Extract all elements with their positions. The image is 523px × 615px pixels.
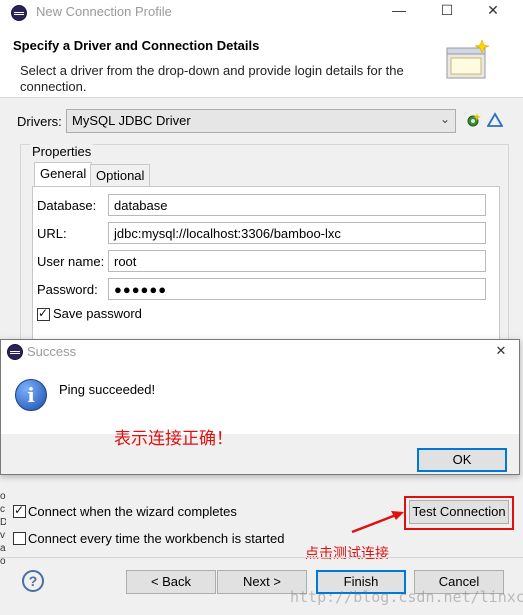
dialog-close-icon[interactable]: ✕ [491, 343, 511, 359]
minimize-icon[interactable]: — [386, 2, 412, 22]
connect-every-time-label: Connect every time the workbench is star… [28, 531, 285, 546]
dialog-body: i Ping succeeded! [1, 364, 519, 434]
back-button[interactable]: < Back [126, 570, 216, 594]
maximize-icon[interactable]: ☐ [434, 2, 460, 22]
dialog-title: Success [27, 344, 77, 359]
tab-optional[interactable]: Optional [90, 164, 151, 186]
connect-on-finish-checkbox[interactable] [13, 503, 26, 518]
url-label: URL: [37, 226, 67, 241]
annotation-arrow-icon [351, 511, 404, 534]
url-field[interactable]: jdbc:mysql://localhost:3306/bamboo-lxc [108, 222, 486, 244]
ok-button[interactable]: OK [417, 448, 507, 472]
new-driver-icon[interactable] [465, 112, 481, 128]
page-description: Select a driver from the drop-down and p… [20, 63, 404, 94]
save-password-label: Save password [53, 306, 142, 321]
edit-driver-icon[interactable] [487, 112, 503, 128]
chevron-down-icon: ⌄ [439, 112, 450, 126]
fragment-text: D [0, 517, 6, 528]
help-icon[interactable]: ? [22, 570, 44, 592]
drivers-selected-value: MySQL JDBC Driver [72, 113, 191, 128]
username-field[interactable]: root [108, 250, 486, 272]
fragment-text: o [0, 491, 6, 502]
connect-every-time-checkbox[interactable] [13, 532, 26, 545]
username-label: User name: [37, 254, 105, 269]
info-icon: i [15, 379, 47, 411]
drivers-label: Drivers: [17, 114, 62, 129]
dialog-title-bar: Success ✕ [1, 340, 519, 364]
annotation-correct: 表示连接正确！ [114, 429, 233, 448]
watermark: http://blog.csdn.net/linxc008 [290, 588, 523, 606]
connect-on-finish-label: Connect when the wizard completes [28, 504, 237, 519]
fragment-text: c [0, 504, 5, 515]
eclipse-icon [7, 344, 23, 360]
drivers-dropdown[interactable]: MySQL JDBC Driver ⌄ [66, 109, 456, 133]
eclipse-icon [11, 5, 27, 21]
password-label: Password: [37, 282, 98, 297]
database-field[interactable]: database [108, 194, 486, 216]
test-connection-button[interactable]: Test Connection [409, 500, 509, 524]
background-window-fragment: o c D v a o [0, 490, 6, 600]
fragment-text: a [0, 543, 6, 554]
footer-separator [0, 557, 523, 558]
password-field[interactable]: ●●●●●● [108, 278, 486, 300]
tab-general[interactable]: General [34, 162, 93, 186]
annotation-click-test: 点击测试连接 [305, 545, 389, 561]
database-label: Database: [37, 198, 97, 213]
main-window: New Connection Profile — ☐ ✕ Specify a D… [0, 0, 523, 615]
fragment-text: v [0, 530, 5, 541]
page-title: Specify a Driver and Connection Details [13, 38, 260, 53]
dialog-message: Ping succeeded! [59, 382, 156, 397]
title-bar: New Connection Profile — ☐ ✕ [0, 0, 523, 26]
window-title: New Connection Profile [36, 4, 172, 19]
success-dialog: Success ✕ i Ping succeeded! 表示连接正确！ OK [0, 339, 520, 475]
close-icon[interactable]: ✕ [480, 2, 506, 22]
wizard-banner-icon [446, 39, 490, 79]
properties-label: Properties [30, 144, 94, 159]
save-password-checkbox[interactable] [37, 306, 50, 321]
